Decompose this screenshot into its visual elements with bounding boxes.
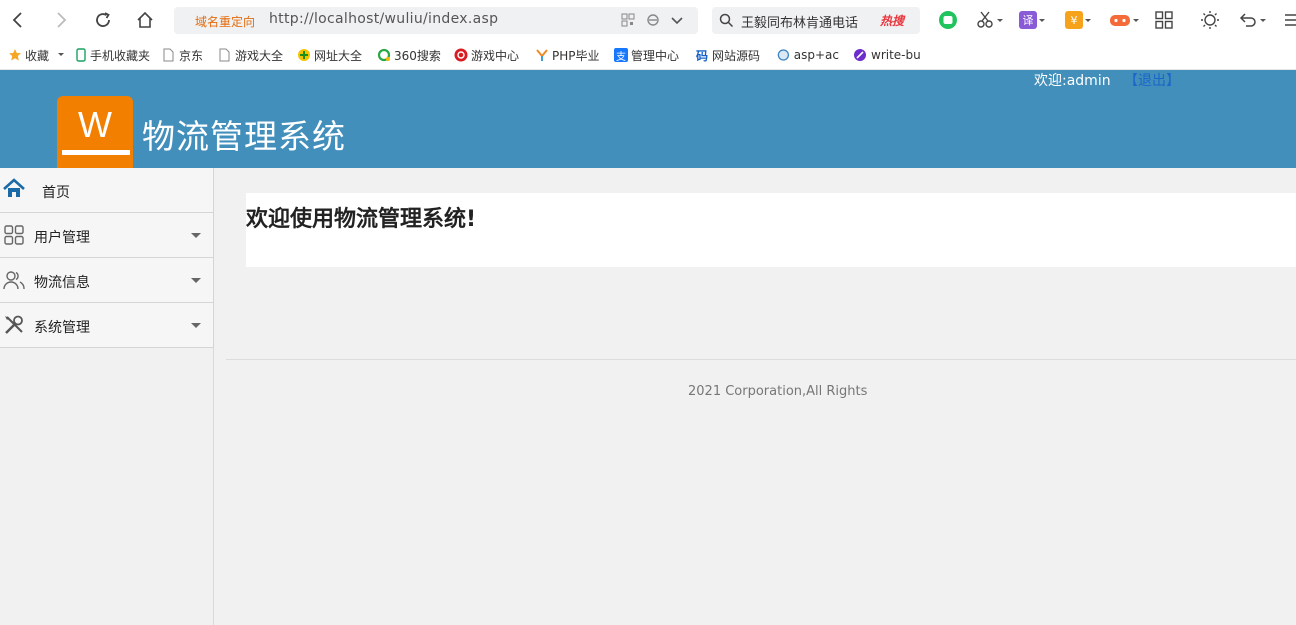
bookmark-label: 管理中心 bbox=[631, 48, 680, 63]
main-content: 欢迎使用物流管理系统! 2021 Corporation,All Rights bbox=[226, 168, 1296, 625]
redirect-label: 域名重定向 bbox=[195, 15, 256, 29]
search-box[interactable]: 王毅同布林肯通电话 热搜 bbox=[712, 7, 920, 34]
bookmark-item[interactable]: 收藏 bbox=[8, 46, 65, 64]
ie-mode-icon[interactable] bbox=[646, 12, 662, 28]
logo-letter: W bbox=[78, 104, 112, 145]
bookmark-label: 网站源码 bbox=[712, 48, 761, 63]
bookmark-item[interactable]: 游戏大全 bbox=[218, 46, 286, 64]
bookmark-label: 游戏大全 bbox=[235, 48, 284, 63]
sidebar-item-label: 物流信息 bbox=[34, 275, 90, 291]
phone-icon bbox=[76, 48, 86, 62]
welcome-label: 欢迎: bbox=[1034, 73, 1067, 89]
coupon-label: ¥ bbox=[1065, 11, 1083, 29]
url-text[interactable]: http://localhost/wuliu/index.asp bbox=[269, 11, 498, 27]
sidebar: 首页 用户管理 物流信息 系统管理 bbox=[0, 168, 214, 625]
bookmark-label: asp+ac bbox=[793, 48, 839, 62]
caret-down-icon bbox=[191, 233, 201, 238]
app-header: W 物流管理系统 欢迎:admin 【退出】 bbox=[0, 70, 1296, 168]
search360-icon bbox=[377, 48, 391, 62]
caret-down-icon bbox=[191, 278, 201, 283]
sidebar-item-user-management[interactable]: 用户管理 bbox=[0, 213, 214, 258]
bookmark-item[interactable]: 京东 bbox=[162, 46, 203, 64]
sidebar-item-label: 用户管理 bbox=[34, 230, 90, 246]
search-text[interactable]: 王毅同布林肯通电话 bbox=[741, 12, 858, 31]
bookmark-item[interactable]: 手机收藏夹 bbox=[75, 46, 150, 64]
address-bar[interactable]: 域名重定向 http://localhost/wuliu/index.asp bbox=[174, 7, 698, 34]
bookmark-item[interactable]: PHP毕业 bbox=[535, 46, 601, 64]
home-icon bbox=[3, 178, 25, 197]
chevron-down-icon[interactable] bbox=[670, 12, 686, 28]
code-icon: 码 bbox=[695, 48, 708, 63]
translate-label: 译 bbox=[1019, 11, 1037, 29]
site-title: 物流管理系统 bbox=[142, 117, 346, 156]
admin-icon: 支 bbox=[614, 48, 628, 63]
home-button[interactable] bbox=[133, 8, 157, 32]
bookmark-label: 游戏中心 bbox=[471, 48, 520, 63]
sidebar-item-label: 首页 bbox=[42, 185, 70, 201]
star-icon bbox=[9, 49, 21, 61]
sidebar-item-label: 系统管理 bbox=[34, 320, 90, 336]
bookmark-label: PHP毕业 bbox=[552, 48, 600, 63]
write-icon bbox=[854, 49, 866, 61]
sidebar-item-system-management[interactable]: 系统管理 bbox=[0, 303, 214, 348]
sidebar-item-logistics-info[interactable]: 物流信息 bbox=[0, 258, 214, 303]
bookmark-label: 手机收藏夹 bbox=[90, 48, 151, 63]
bookmark-label: 网址大全 bbox=[314, 48, 363, 63]
logo-underline bbox=[62, 150, 130, 155]
grid-icon bbox=[4, 225, 24, 245]
menu-icon[interactable] bbox=[1284, 10, 1296, 30]
bookmark-item[interactable]: write-bu bbox=[853, 46, 921, 64]
globe-icon bbox=[298, 49, 310, 61]
qr-code-icon[interactable] bbox=[621, 12, 637, 28]
screenshot-scissors-icon[interactable] bbox=[976, 10, 1004, 30]
chevron-right-icon bbox=[57, 12, 67, 28]
game-icon bbox=[454, 48, 468, 62]
translate-icon[interactable]: 译 bbox=[1019, 10, 1047, 30]
welcome-heading: 欢迎使用物流管理系统! bbox=[246, 207, 477, 232]
bookmark-label: write-bu bbox=[871, 48, 921, 62]
gamepad-icon[interactable] bbox=[1109, 10, 1141, 30]
users-icon bbox=[3, 271, 25, 290]
caret-down-icon bbox=[191, 323, 201, 328]
bookmark-item[interactable]: 游戏中心 bbox=[454, 46, 519, 64]
welcome-panel: 欢迎使用物流管理系统! bbox=[246, 193, 1296, 267]
brightness-icon[interactable] bbox=[1200, 10, 1220, 30]
hot-search-label[interactable]: 热搜 bbox=[880, 12, 904, 29]
bookmark-item[interactable]: asp+ac bbox=[777, 46, 839, 64]
logout-link[interactable]: 【退出】 bbox=[1124, 70, 1180, 90]
bookmark-label: 收藏 bbox=[25, 48, 50, 63]
php-icon bbox=[536, 49, 548, 61]
username: admin bbox=[1066, 73, 1111, 89]
footer-divider bbox=[226, 359, 1296, 360]
chevron-down-icon[interactable] bbox=[49, 50, 65, 60]
bookmark-item[interactable]: 网址大全 bbox=[297, 46, 362, 64]
bookmark-item[interactable]: 360搜索 bbox=[377, 46, 441, 64]
page-icon bbox=[219, 48, 230, 62]
bookmark-item[interactable]: 支 管理中心 bbox=[614, 46, 682, 64]
tools-icon bbox=[5, 315, 23, 334]
sidebar-item-home[interactable]: 首页 bbox=[0, 168, 214, 213]
reload-button[interactable] bbox=[91, 8, 115, 32]
chevron-left-icon bbox=[12, 12, 22, 28]
logo: W bbox=[57, 96, 133, 168]
welcome-text: 欢迎:admin bbox=[1034, 70, 1111, 90]
apps-grid-icon[interactable] bbox=[1154, 10, 1174, 30]
forward-button[interactable] bbox=[49, 8, 73, 32]
house-icon bbox=[137, 11, 153, 28]
bookmarks-bar: 收藏 手机收藏夹 京东 游戏大全 网址大全 360搜索 游戏中心 PHP毕业 支… bbox=[0, 40, 1296, 70]
wechat-icon[interactable] bbox=[938, 10, 958, 30]
bookmark-label: 京东 bbox=[179, 48, 204, 63]
search-icon bbox=[719, 13, 734, 28]
bookmark-item[interactable]: 码 网站源码 bbox=[695, 46, 763, 64]
coupon-icon[interactable]: ¥ bbox=[1065, 10, 1093, 30]
footer-copyright: 2021 Corporation,All Rights bbox=[688, 384, 868, 399]
undo-icon[interactable] bbox=[1238, 10, 1268, 30]
page-icon bbox=[163, 48, 174, 62]
bookmark-label: 360搜索 bbox=[394, 48, 441, 63]
asp-icon bbox=[777, 49, 790, 61]
browser-toolbar: 域名重定向 http://localhost/wuliu/index.asp 王… bbox=[0, 0, 1296, 40]
reload-icon bbox=[96, 12, 110, 27]
back-button[interactable] bbox=[6, 8, 30, 32]
